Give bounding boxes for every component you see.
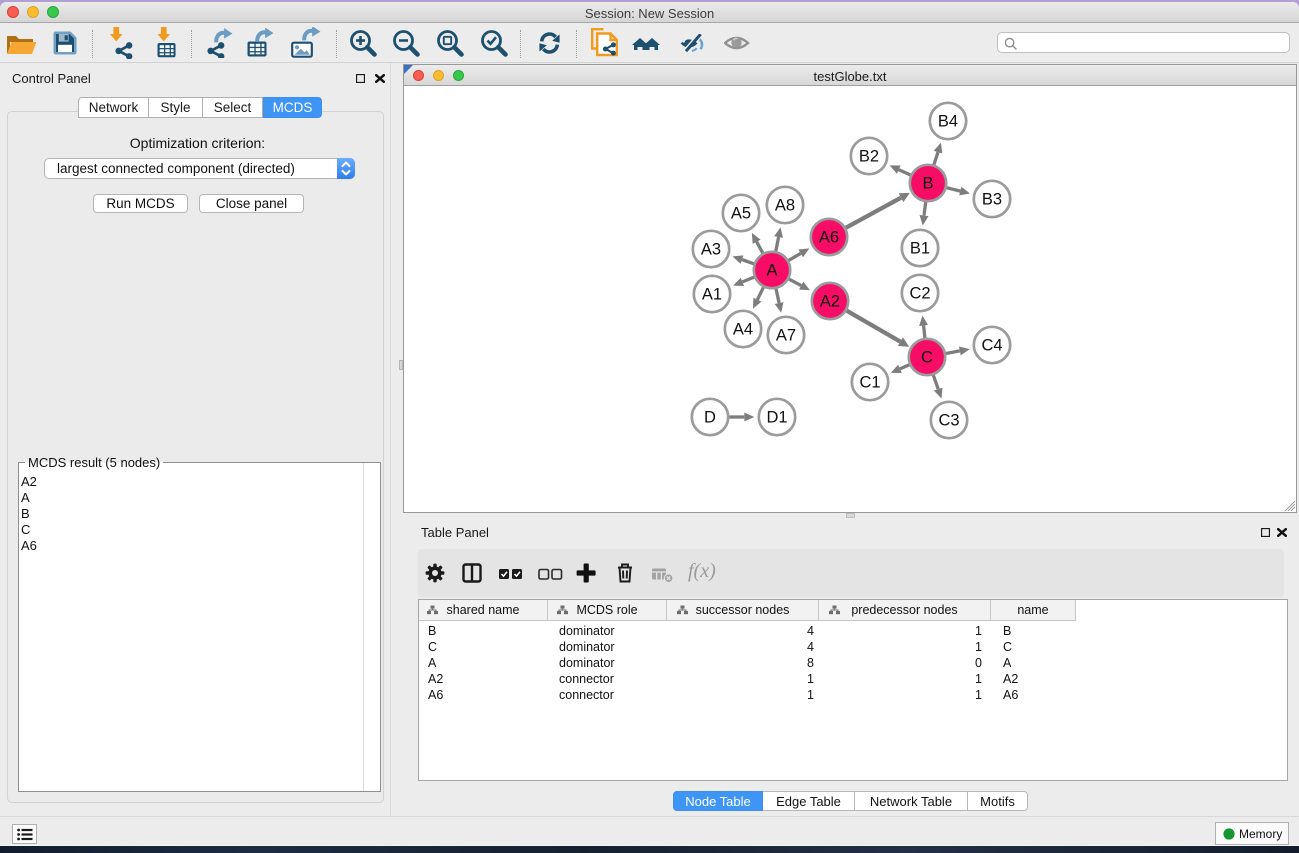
svg-text:A4: A4: [733, 321, 753, 339]
svg-text:B1: B1: [910, 240, 930, 258]
svg-text:A8: A8: [775, 197, 795, 215]
svg-text:A1: A1: [702, 286, 722, 304]
svg-text:B2: B2: [859, 148, 879, 166]
svg-text:B: B: [922, 175, 933, 193]
svg-text:A: A: [766, 262, 777, 280]
svg-text:B4: B4: [938, 113, 958, 131]
svg-text:A7: A7: [776, 327, 796, 345]
svg-text:A5: A5: [731, 205, 751, 223]
svg-text:C1: C1: [859, 374, 880, 392]
svg-text:A6: A6: [819, 229, 839, 247]
svg-text:B3: B3: [982, 191, 1002, 209]
svg-text:C3: C3: [938, 412, 959, 430]
svg-text:C2: C2: [909, 285, 930, 303]
svg-text:C4: C4: [981, 337, 1002, 355]
svg-text:D: D: [704, 409, 716, 427]
svg-text:A3: A3: [701, 241, 721, 259]
svg-text:A2: A2: [820, 293, 840, 311]
svg-text:C: C: [921, 349, 933, 367]
svg-text:D1: D1: [766, 409, 787, 427]
